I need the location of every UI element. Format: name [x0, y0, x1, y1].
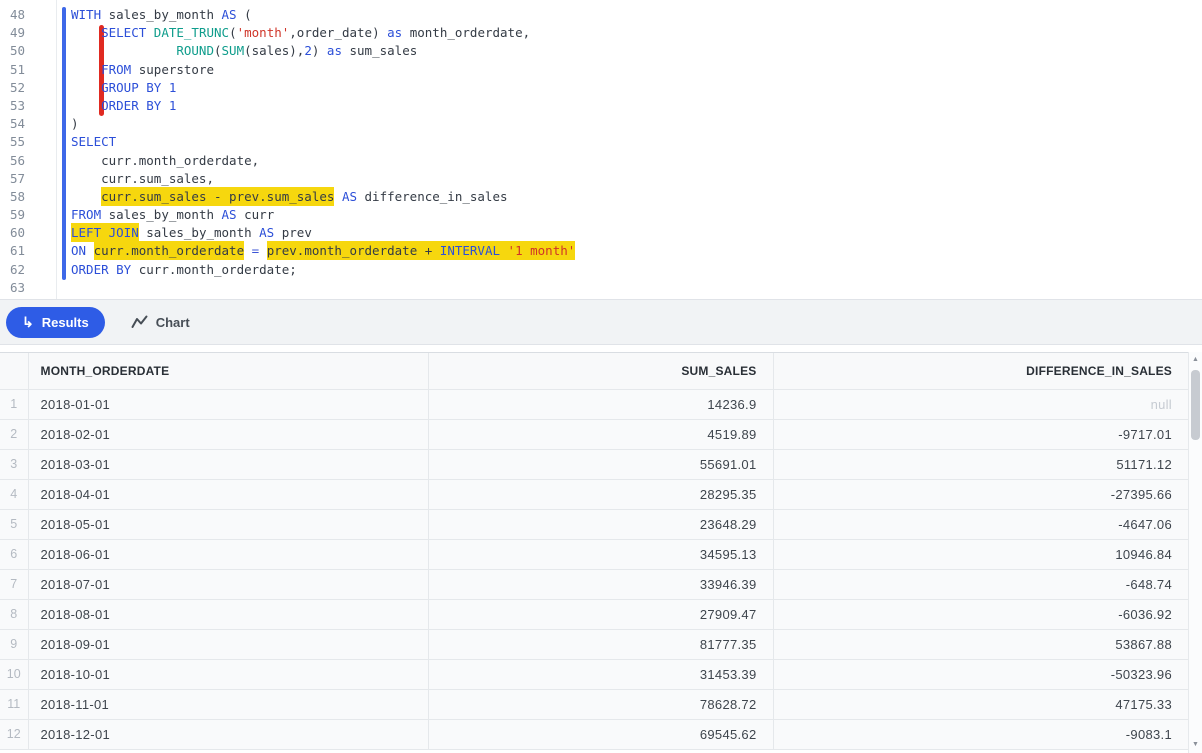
table-row[interactable]: 1 2018-01-01 14236.9 null: [0, 389, 1188, 420]
results-tab-label: Results: [41, 314, 89, 330]
difference-in-sales-cell[interactable]: -27395.66: [773, 479, 1188, 510]
code-line[interactable]: FROM superstore: [0, 62, 1202, 80]
code-line[interactable]: SELECT: [0, 134, 1202, 152]
table-row[interactable]: 9 2018-09-01 81777.35 53867.88: [0, 629, 1188, 660]
month-orderdate-cell[interactable]: 2018-11-01: [28, 689, 429, 720]
vertical-scrollbar[interactable]: ▲ ▼: [1188, 352, 1202, 753]
sum-sales-cell[interactable]: 31453.39: [428, 659, 774, 690]
row-index-cell: 8: [0, 599, 29, 630]
month-orderdate-cell[interactable]: 2018-04-01: [28, 479, 429, 510]
code-line[interactable]: WITH sales_by_month AS (: [0, 7, 1202, 25]
difference-in-sales-cell[interactable]: null: [773, 389, 1188, 420]
table-row[interactable]: 5 2018-05-01 23648.29 -4647.06: [0, 509, 1188, 540]
difference-in-sales-cell[interactable]: -648.74: [773, 569, 1188, 600]
month-orderdate-cell[interactable]: 2018-06-01: [28, 539, 429, 570]
month-orderdate-cell[interactable]: 2018-12-01: [28, 719, 429, 750]
code-line[interactable]: FROM sales_by_month AS curr: [0, 207, 1202, 225]
month-orderdate-cell[interactable]: 2018-01-01: [28, 389, 429, 420]
code-line[interactable]: ORDER BY 1: [0, 98, 1202, 116]
table-row[interactable]: 3 2018-03-01 55691.01 51171.12: [0, 449, 1188, 480]
table-row[interactable]: 8 2018-08-01 27909.47 -6036.92: [0, 599, 1188, 630]
sql-client-window: 48 49 50 51 52 53 54 55 56 57 58 59 60 61 62 63 WITH sa…: [0, 0, 1202, 753]
month-orderdate-cell[interactable]: 2018-03-01: [28, 449, 429, 480]
table-row[interactable]: 6 2018-06-01 34595.13 10946.84: [0, 539, 1188, 570]
row-index-cell: 4: [0, 479, 29, 510]
column-header-sum-sales[interactable]: SUM_SALES: [428, 353, 774, 390]
code-line[interactable]: curr.month_orderdate,: [0, 153, 1202, 171]
month-orderdate-cell[interactable]: 2018-10-01: [28, 659, 429, 690]
sum-sales-cell[interactable]: 4519.89: [428, 419, 774, 450]
results-table: MONTH_ORDERDATE SUM_SALES DIFFERENCE_IN_…: [0, 353, 1188, 750]
difference-in-sales-cell[interactable]: 47175.33: [773, 689, 1188, 720]
code-line[interactable]: [0, 280, 1202, 298]
month-orderdate-cell[interactable]: 2018-09-01: [28, 629, 429, 660]
row-index-cell: 5: [0, 509, 29, 540]
sum-sales-cell[interactable]: 33946.39: [428, 569, 774, 600]
code-line[interactable]: ROUND(SUM(sales),2) as sum_sales: [0, 43, 1202, 61]
chart-tab[interactable]: Chart: [131, 315, 190, 330]
month-orderdate-cell[interactable]: 2018-05-01: [28, 509, 429, 540]
sum-sales-cell[interactable]: 69545.62: [428, 719, 774, 750]
sum-sales-cell[interactable]: 78628.72: [428, 689, 774, 720]
sum-sales-cell[interactable]: 14236.9: [428, 389, 774, 420]
sum-sales-cell[interactable]: 55691.01: [428, 449, 774, 480]
code-line[interactable]: ON curr.month_orderdate = prev.month_ord…: [0, 241, 1202, 261]
results-panel: MONTH_ORDERDATE SUM_SALES DIFFERENCE_IN_…: [0, 345, 1202, 753]
difference-in-sales-cell[interactable]: 51171.12: [773, 449, 1188, 480]
code-line[interactable]: ): [0, 116, 1202, 134]
results-toolbar: ↳ Results Chart: [0, 299, 1202, 345]
results-tab-button[interactable]: ↳ Results: [6, 306, 105, 338]
table-header-row: MONTH_ORDERDATE SUM_SALES DIFFERENCE_IN_…: [0, 353, 1188, 390]
row-index-cell: 10: [0, 659, 29, 690]
code-line[interactable]: ORDER BY curr.month_orderdate;: [0, 262, 1202, 280]
row-index-cell: 1: [0, 389, 29, 420]
chart-tab-label: Chart: [155, 314, 190, 330]
month-orderdate-cell[interactable]: 2018-07-01: [28, 569, 429, 600]
difference-in-sales-cell[interactable]: -6036.92: [773, 599, 1188, 630]
scroll-up-arrow[interactable]: ▲: [1189, 355, 1202, 365]
sql-editor[interactable]: 48 49 50 51 52 53 54 55 56 57 58 59 60 61 62 63 WITH sa…: [0, 0, 1202, 299]
code-line[interactable]: curr.sum_sales - prev.sum_sales AS diffe…: [0, 186, 1202, 207]
row-index-cell: 7: [0, 569, 29, 600]
sum-sales-cell[interactable]: 81777.35: [428, 629, 774, 660]
difference-in-sales-cell[interactable]: 53867.88: [773, 629, 1188, 660]
table-row[interactable]: 7 2018-07-01 33946.39 -648.74: [0, 569, 1188, 600]
sum-sales-cell[interactable]: 34595.13: [428, 539, 774, 570]
results-grid: MONTH_ORDERDATE SUM_SALES DIFFERENCE_IN_…: [0, 352, 1188, 750]
table-row[interactable]: 12 2018-12-01 69545.62 -9083.1: [0, 719, 1188, 750]
row-index-cell: 2: [0, 419, 29, 450]
column-header-month-orderdate[interactable]: MONTH_ORDERDATE: [28, 353, 429, 390]
row-index-cell: 3: [0, 449, 29, 480]
code-line[interactable]: GROUP BY 1: [0, 80, 1202, 98]
difference-in-sales-cell[interactable]: -50323.96: [773, 659, 1188, 690]
difference-in-sales-cell[interactable]: -4647.06: [773, 509, 1188, 540]
table-row[interactable]: 4 2018-04-01 28295.35 -27395.66: [0, 479, 1188, 510]
scrollbar-thumb[interactable]: [1191, 370, 1200, 440]
row-index-cell: 6: [0, 539, 29, 570]
sum-sales-cell[interactable]: 28295.35: [428, 479, 774, 510]
code-line[interactable]: SELECT DATE_TRUNC('month',order_date) as…: [0, 25, 1202, 43]
month-orderdate-cell[interactable]: 2018-08-01: [28, 599, 429, 630]
column-header-difference-in-sales[interactable]: DIFFERENCE_IN_SALES: [773, 353, 1188, 390]
editor-code[interactable]: WITH sales_by_month AS ( SELECT DATE_TRU…: [0, 7, 1202, 298]
line-chart-icon: [131, 315, 148, 328]
row-index-cell: 11: [0, 689, 29, 720]
difference-in-sales-cell[interactable]: 10946.84: [773, 539, 1188, 570]
row-index-header: [0, 353, 29, 390]
table-row[interactable]: 2 2018-02-01 4519.89 -9717.01: [0, 419, 1188, 450]
difference-in-sales-cell[interactable]: -9717.01: [773, 419, 1188, 450]
scroll-down-arrow[interactable]: ▼: [1189, 740, 1202, 750]
difference-in-sales-cell[interactable]: -9083.1: [773, 719, 1188, 750]
table-body: 1 2018-01-01 14236.9 null 2 2018-02-01 4519.89…: [0, 389, 1188, 750]
sum-sales-cell[interactable]: 27909.47: [428, 599, 774, 630]
sum-sales-cell[interactable]: 23648.29: [428, 509, 774, 540]
return-arrow-icon: ↳: [22, 314, 34, 330]
row-index-cell: 12: [0, 719, 29, 750]
table-row[interactable]: 11 2018-11-01 78628.72 47175.33: [0, 689, 1188, 720]
row-index-cell: 9: [0, 629, 29, 660]
month-orderdate-cell[interactable]: 2018-02-01: [28, 419, 429, 450]
table-row[interactable]: 10 2018-10-01 31453.39 -50323.96: [0, 659, 1188, 690]
